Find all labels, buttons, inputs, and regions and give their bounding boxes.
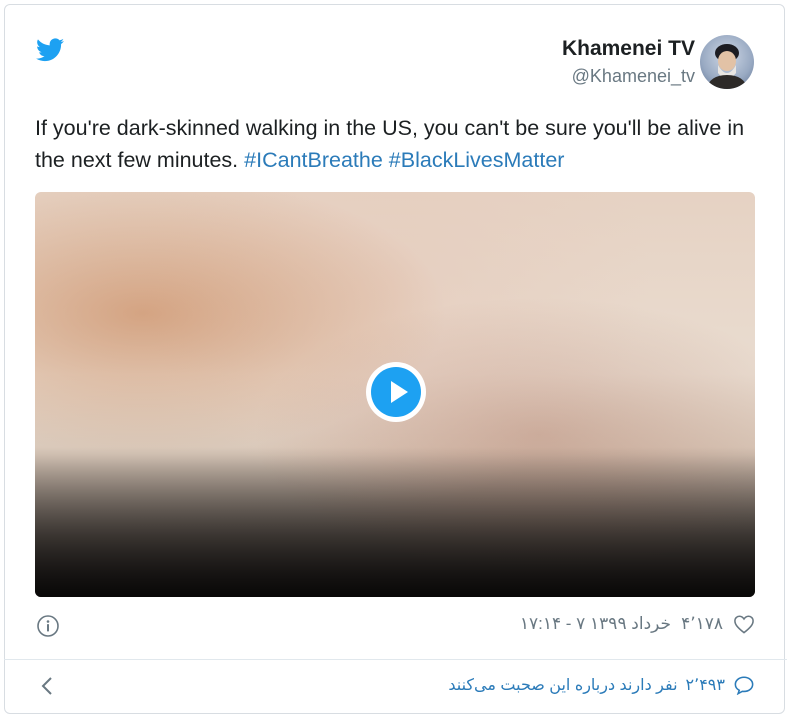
avatar[interactable] [700,35,754,89]
speech-bubble-icon [734,676,754,695]
author-block[interactable]: Khamenei TV @Khamenei_tv [562,36,695,88]
info-icon[interactable] [37,615,59,637]
hashtag-icantbreathe[interactable]: #ICantBreathe [244,148,383,172]
video-thumbnail[interactable] [35,192,755,597]
hashtag-blacklivesmatter[interactable]: #BlackLivesMatter [389,148,565,172]
divider [4,659,787,660]
tweet-text: If you're dark-skinned walking in the US… [35,112,755,176]
twitter-bird-icon[interactable] [36,38,64,62]
play-icon [371,367,421,417]
author-handle[interactable]: @Khamenei_tv [562,64,695,88]
author-name[interactable]: Khamenei TV [562,36,695,62]
video-shade [35,447,755,597]
heart-icon[interactable] [733,614,755,634]
conversation-link[interactable]: نفر دارند درباره این صحبت می‌کنند ۲٬۴۹۳ [448,675,755,695]
chevron-left-icon[interactable] [40,676,54,696]
play-button[interactable] [366,362,426,422]
timestamp[interactable]: ۱۷:۱۴ - ۷ خرداد ۱۳۹۹ [520,614,671,634]
conversation-text: نفر دارند درباره این صحبت می‌کنند [448,677,678,694]
like-count: ۴٬۱۷۸ [681,614,723,633]
avatar-portrait-icon [706,44,748,89]
tweet-meta: ۱۷:۱۴ - ۷ خرداد ۱۳۹۹ ۴٬۱۷۸ [520,614,755,634]
conversation-count: ۲٬۴۹۳ [685,677,725,694]
